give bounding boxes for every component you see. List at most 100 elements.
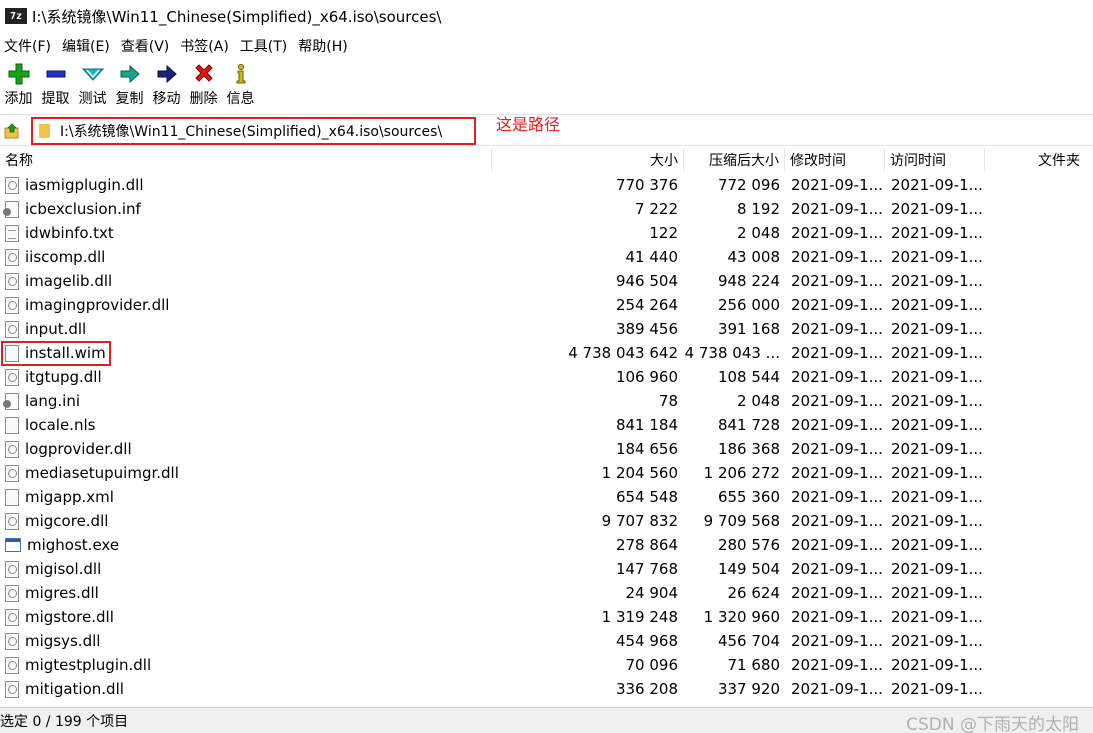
copy-icon — [118, 62, 142, 86]
file-name-cell: migcore.dll — [0, 512, 492, 530]
column-accessed[interactable]: 访问时间 — [885, 148, 985, 172]
test-icon — [81, 62, 105, 86]
file-row[interactable]: install.wim 4 738 043 642 4 738 043 ... 202… — [0, 341, 1093, 365]
file-row[interactable]: itgtupg.dll 106 960 108 544 2021-09-1... 202… — [0, 365, 1093, 389]
column-size[interactable]: 大小 — [492, 148, 684, 172]
file-packed-size: 337 920 — [717, 680, 780, 698]
move-button[interactable]: 移动 — [148, 62, 185, 112]
file-modified: 2021-09-1... — [791, 560, 883, 578]
file-packed-size: 391 168 — [717, 320, 780, 338]
file-row[interactable]: migres.dll 24 904 26 624 2021-09-1... 2021-0… — [0, 581, 1093, 605]
file-size: 841 184 — [615, 416, 678, 434]
menu-bookmarks[interactable]: 书签(A) — [176, 36, 234, 56]
file-row[interactable]: input.dll 389 456 391 168 2021-09-1... 2021-… — [0, 317, 1093, 341]
file-dll-icon — [5, 296, 19, 314]
file-row[interactable]: migcore.dll 9 707 832 9 709 568 2021-09-1..… — [0, 509, 1093, 533]
file-name: migtestplugin.dll — [25, 656, 152, 674]
file-row[interactable]: imagelib.dll 946 504 948 224 2021-09-1... 20… — [0, 269, 1093, 293]
file-packed-size: 71 680 — [727, 656, 781, 674]
info-button[interactable]: 信息 — [222, 62, 259, 112]
file-packed-size: 256 000 — [717, 296, 780, 314]
path-text: I:\系统镜像\Win11_Chinese(Simplified)_x64.is… — [60, 124, 443, 140]
file-row[interactable]: locale.nls 841 184 841 728 2021-09-1... 2021… — [0, 413, 1093, 437]
add-button[interactable]: 添加 — [0, 62, 37, 112]
file-name-cell: migisol.dll — [0, 560, 492, 578]
file-modified: 2021-09-1... — [791, 272, 883, 290]
file-name-cell: imagelib.dll — [0, 272, 492, 290]
column-header: 名称 大小 压缩后大小 修改时间 访问时间 文件夹 — [0, 148, 1093, 172]
add-label: 添加 — [4, 91, 33, 107]
file-packed-size: 655 360 — [717, 488, 780, 506]
path-input[interactable]: I:\系统镜像\Win11_Chinese(Simplified)_x64.is… — [31, 117, 476, 145]
extract-icon — [44, 62, 68, 86]
file-packed-size: 2 048 — [737, 392, 780, 410]
file-size: 389 456 — [615, 320, 678, 338]
file-size: 9 707 832 — [601, 512, 678, 530]
file-packed-size: 948 224 — [717, 272, 780, 290]
file-row[interactable]: iiscomp.dll 41 440 43 008 2021-09-1... 2021-… — [0, 245, 1093, 269]
file-size: 7 222 — [635, 200, 678, 218]
file-size: 122 — [649, 224, 678, 242]
file-row[interactable]: idwbinfo.txt 122 2 048 2021-09-1... 2021-09-… — [0, 221, 1093, 245]
file-packed-size: 456 704 — [717, 632, 780, 650]
file-dll-icon — [5, 176, 19, 194]
file-inf-icon — [3, 392, 19, 410]
file-modified: 2021-09-1... — [791, 464, 883, 482]
file-dll-icon — [5, 368, 19, 386]
column-packed-size[interactable]: 压缩后大小 — [684, 148, 785, 172]
menu-view[interactable]: 查看(V) — [117, 36, 175, 56]
file-row[interactable]: mighost.exe 278 864 280 576 2021-09-1... 202… — [0, 533, 1093, 557]
file-size: 946 504 — [615, 272, 678, 290]
file-row[interactable]: migsys.dll 454 968 456 704 2021-09-1... 2021… — [0, 629, 1093, 653]
file-size: 24 904 — [625, 584, 679, 602]
menu-edit[interactable]: 编辑(E) — [58, 36, 115, 56]
column-name[interactable]: 名称 — [0, 148, 492, 172]
file-row[interactable]: logprovider.dll 184 656 186 368 2021-09-1..… — [0, 437, 1093, 461]
file-row[interactable]: migapp.xml 654 548 655 360 2021-09-1... 2021… — [0, 485, 1093, 509]
folder-icon — [39, 124, 50, 138]
info-label: 信息 — [226, 91, 255, 107]
file-packed-size: 43 008 — [727, 248, 781, 266]
file-row[interactable]: migtestplugin.dll 70 096 71 680 2021-09-1..… — [0, 653, 1093, 677]
file-row[interactable]: icbexclusion.inf 7 222 8 192 2021-09-1... 20… — [0, 197, 1093, 221]
menu-tools[interactable]: 工具(T) — [236, 36, 292, 56]
menu-file[interactable]: 文件(F) — [0, 36, 56, 56]
file-row[interactable]: iasmigplugin.dll 770 376 772 096 2021-09-1.… — [0, 173, 1093, 197]
file-row[interactable]: mediasetupuimgr.dll 1 204 560 1 206 272 202… — [0, 461, 1093, 485]
copy-button[interactable]: 复制 — [111, 62, 148, 112]
file-size: 78 — [658, 392, 678, 410]
file-row[interactable]: lang.ini 78 2 048 2021-09-1... 2021-09-1... — [0, 389, 1093, 413]
install-wim-highlight — [1, 341, 111, 366]
file-name-cell: migtestplugin.dll — [0, 656, 492, 674]
file-name-cell: migapp.xml — [0, 488, 492, 506]
file-name-cell: iiscomp.dll — [0, 248, 492, 266]
file-exe-icon — [5, 538, 21, 552]
extract-button[interactable]: 提取 — [37, 62, 74, 112]
file-row[interactable]: migstore.dll 1 319 248 1 320 960 2021-09-1.… — [0, 605, 1093, 629]
up-folder-button[interactable] — [2, 121, 22, 141]
file-size: 336 208 — [615, 680, 678, 698]
info-icon — [229, 62, 253, 86]
move-label: 移动 — [152, 91, 181, 107]
column-folders[interactable]: 文件夹 — [985, 148, 1085, 172]
menu-help[interactable]: 帮助(H) — [294, 36, 352, 56]
file-accessed: 2021-09-1... — [891, 416, 983, 434]
file-row[interactable]: mitigation.dll 336 208 337 920 2021-09-1...… — [0, 677, 1093, 701]
file-blank-icon — [5, 488, 19, 506]
file-dll-icon — [5, 248, 19, 266]
file-dll-icon — [5, 584, 19, 602]
file-dll-icon — [5, 680, 19, 698]
file-packed-size: 8 192 — [737, 200, 780, 218]
file-inf-icon — [3, 200, 19, 218]
file-accessed: 2021-09-1... — [891, 296, 983, 314]
file-accessed: 2021-09-1... — [891, 320, 983, 338]
test-button[interactable]: 测试 — [74, 62, 111, 112]
delete-button[interactable]: 删除 — [185, 62, 222, 112]
file-row[interactable]: imagingprovider.dll 254 264 256 000 2021-09… — [0, 293, 1093, 317]
file-row[interactable]: migisol.dll 147 768 149 504 2021-09-1... 202… — [0, 557, 1093, 581]
file-packed-size: 2 048 — [737, 224, 780, 242]
file-dll-icon — [5, 608, 19, 626]
file-packed-size: 1 206 272 — [703, 464, 780, 482]
column-modified[interactable]: 修改时间 — [785, 148, 885, 172]
file-name: migcore.dll — [25, 512, 109, 530]
